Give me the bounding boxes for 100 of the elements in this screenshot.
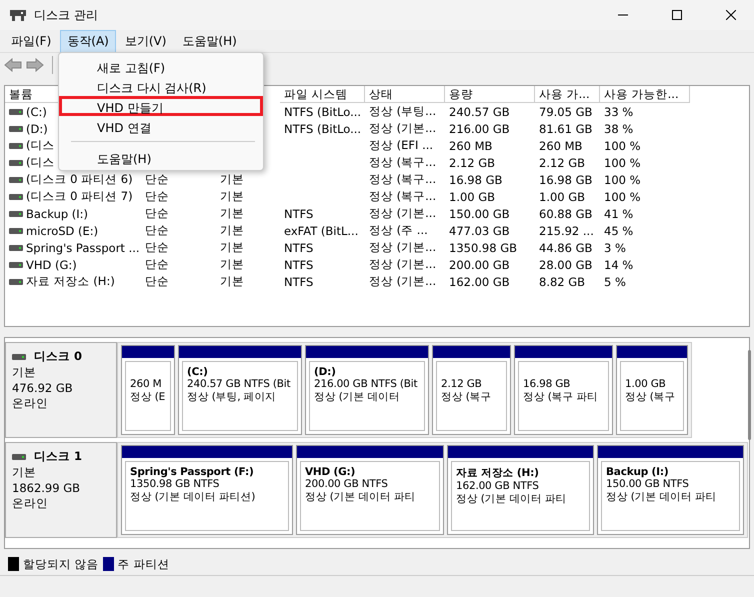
partition-title: Backup (I:)	[606, 466, 670, 478]
menu-item[interactable]: 도움말(H)	[175, 30, 244, 52]
table-cell: 162.00 GB	[449, 274, 510, 288]
column-header[interactable]: 용량	[445, 86, 535, 103]
table-cell: NTFS	[284, 274, 314, 288]
column-header[interactable]: 사용 가...	[535, 86, 600, 103]
table-cell: 기본	[220, 206, 244, 220]
partition[interactable]: Spring's Passport (F:) 1350.98 GB NTFS 정상 (기본 데이터 파티션)	[121, 445, 293, 535]
menu-item[interactable]: 동작(A)	[60, 30, 116, 52]
drive-icon	[9, 142, 23, 148]
table-cell: 1350.98 GB	[449, 240, 518, 254]
partition[interactable]: 16.98 GB 정상 (복구 파티	[514, 345, 613, 435]
table-cell: 정상 (기본...	[369, 240, 436, 254]
partition[interactable]: VHD (G:) 200.00 GB NTFS 정상 (기본 데이터 파티	[296, 445, 444, 535]
table-cell: 기본	[220, 257, 244, 271]
table-cell: (디스크 0 파티션 7)	[26, 189, 133, 204]
partition-info: 2.12 GB	[441, 378, 483, 390]
table-cell: 정상 (복구...	[369, 189, 436, 203]
table-cell: 215.92 ...	[539, 224, 594, 238]
drive-icon	[9, 244, 23, 250]
partition[interactable]: 2.12 GB 정상 (복구	[432, 345, 511, 435]
partition-info: 정상 (복구	[625, 390, 676, 404]
menu-entry[interactable]: 도움말(H)	[59, 147, 263, 167]
table-cell: 100 %	[604, 172, 641, 186]
table-cell: 정상 (주 ...	[369, 223, 428, 237]
partition-info: 16.98 GB	[523, 378, 572, 390]
table-cell: 정상 (부팅...	[369, 104, 436, 118]
partition-info: 200.00 GB NTFS	[305, 478, 389, 490]
column-header[interactable]: 상태	[365, 86, 445, 103]
back-button[interactable]	[4, 58, 22, 72]
table-cell: 240.57 GB	[449, 104, 510, 118]
partition-info: 정상 (E	[130, 390, 166, 404]
column-header[interactable]: 사용 가능한...	[600, 86, 690, 103]
table-cell: 정상 (EFI ...	[369, 138, 434, 152]
menu-entry[interactable]: VHD 만들기	[59, 96, 263, 116]
partition-info: 260 M	[130, 378, 162, 390]
partition-title: VHD (G:)	[305, 466, 356, 478]
partition[interactable]: (D:) 216.00 GB NTFS (Bit 정상 (기본 데이터	[305, 345, 429, 435]
table-cell: 기본	[220, 240, 244, 254]
disk-size: 476.92 GB	[12, 381, 74, 395]
table-cell: 41 %	[604, 206, 634, 220]
partition-info: 정상 (기본 데이터 파티	[456, 492, 568, 506]
table-cell: 477.03 GB	[449, 224, 510, 238]
table-cell: 45 %	[604, 224, 634, 238]
drive-icon	[9, 176, 23, 182]
partition-info: 1.00 GB	[625, 378, 667, 390]
table-cell: 260 MB	[539, 138, 582, 152]
table-cell: 1.00 GB	[449, 190, 496, 204]
table-cell: 기본	[220, 274, 244, 288]
table-cell: (디스크 0 파티션 6)	[26, 172, 133, 187]
table-cell: NTFS	[284, 258, 314, 272]
table-cell: 단순	[145, 274, 169, 288]
forward-button[interactable]	[26, 58, 44, 72]
table-cell: 8.82 GB	[539, 274, 586, 288]
column-header[interactable]: 파일 시스템	[280, 86, 365, 103]
partition[interactable]: 1.00 GB 정상 (복구	[616, 345, 688, 435]
table-cell: 3 %	[604, 240, 626, 254]
window-title: 디스크 관리	[34, 6, 98, 24]
partition-title: (C:)	[187, 366, 209, 378]
drive-icon	[9, 228, 23, 234]
table-cell: NTFS (BitLo...	[284, 104, 362, 118]
drive-icon	[9, 210, 23, 216]
maximize-icon	[672, 10, 682, 20]
menu-item[interactable]: 파일(F)	[4, 30, 58, 52]
menu-item[interactable]: 보기(V)	[118, 30, 174, 52]
table-cell: 150.00 GB	[449, 206, 510, 220]
table-cell: (디스	[26, 155, 54, 170]
table-cell: 단순	[145, 240, 169, 254]
disk-name: 디스크 1	[34, 449, 82, 464]
partition[interactable]: (C:) 240.57 GB NTFS (Bit 정상 (부팅, 페이지	[178, 345, 302, 435]
drive-icon	[9, 126, 23, 132]
table-cell: (C:)	[26, 104, 47, 118]
partition[interactable]: 260 M 정상 (E	[121, 345, 175, 435]
table-cell: 200.00 GB	[449, 258, 510, 272]
table-cell: 정상 (기본...	[369, 257, 436, 271]
table-cell: 단순	[145, 189, 169, 203]
legend-label: 할당되지 않음	[23, 556, 99, 572]
table-cell: NTFS	[284, 206, 314, 220]
app-icon	[10, 8, 26, 22]
table-cell: 정상 (복구...	[369, 155, 436, 169]
table-cell: 216.00 GB	[449, 122, 510, 136]
table-cell: 79.05 GB	[539, 104, 592, 118]
table-cell: NTFS (BitLo...	[284, 122, 362, 136]
table-cell: 44.86 GB	[539, 240, 592, 254]
menu-entry[interactable]: 디스크 다시 검사(R)	[59, 76, 263, 96]
scrollbar[interactable]	[748, 350, 751, 440]
table-cell: 자료 저장소 (H:)	[26, 274, 115, 289]
table-cell: 정상 (기본...	[369, 206, 436, 220]
partition-info: 1350.98 GB NTFS	[130, 478, 220, 490]
partition-info: 162.00 GB NTFS	[456, 480, 540, 492]
table-cell: (디스	[26, 138, 54, 153]
table-cell: 33 %	[604, 104, 634, 118]
table-cell: 5 %	[604, 274, 626, 288]
disk-state: 온라인	[12, 396, 49, 411]
table-cell: 1.00 GB	[539, 190, 586, 204]
table-cell: VHD (G:)	[26, 258, 77, 272]
partition[interactable]: Backup (I:) 150.00 GB NTFS 정상 (기본 데이터 파티	[597, 445, 744, 535]
partition[interactable]: 자료 저장소 (H:) 162.00 GB NTFS 정상 (기본 데이터 파티	[447, 445, 594, 535]
menu-entry[interactable]: 새로 고침(F)	[59, 56, 263, 76]
menu-entry[interactable]: VHD 연결	[59, 116, 263, 136]
